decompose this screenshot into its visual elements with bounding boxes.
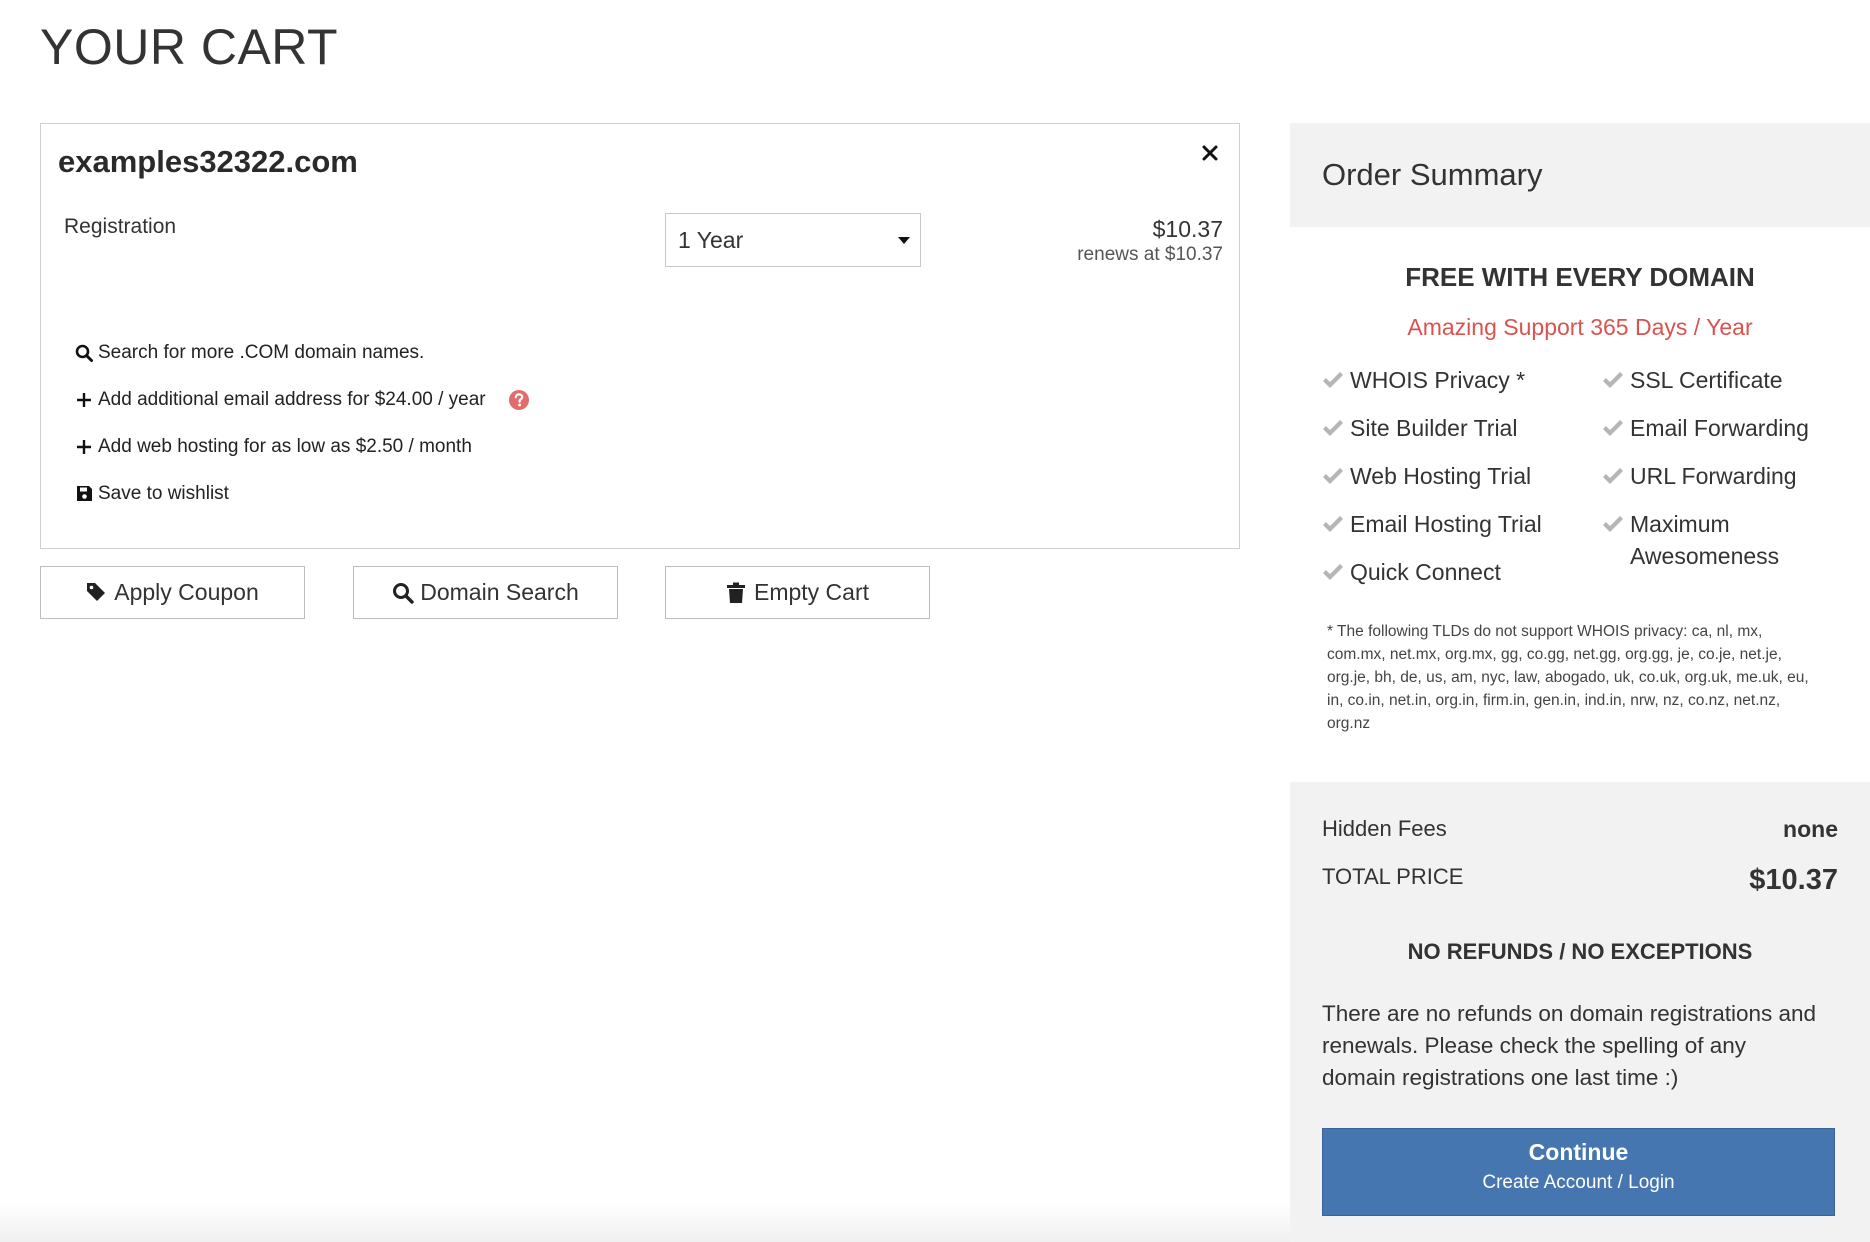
- trash-icon: [726, 582, 748, 604]
- support-line: Amazing Support 365 Days / Year: [1407, 314, 1753, 340]
- continue-label: Continue: [1528, 1139, 1629, 1165]
- total-price-value: $10.37: [1749, 864, 1838, 896]
- save-icon: [74, 484, 94, 504]
- no-refunds-heading: NO REFUNDS / NO EXCEPTIONS: [1407, 939, 1753, 964]
- feature-label: WHOIS Privacy *: [1350, 367, 1526, 393]
- feature-label: Maximum Awesomeness: [1630, 511, 1780, 569]
- chevron-down-icon: [898, 237, 910, 244]
- page-bottom-fade: [0, 1202, 1290, 1242]
- term-select-value: 1 Year: [678, 227, 744, 253]
- continue-button[interactable]: Continue Create Account / Login: [1322, 1128, 1835, 1216]
- order-summary-title: Order Summary: [1322, 157, 1543, 192]
- action-label: Add additional email address for $24.00 …: [98, 389, 486, 410]
- plus-icon: [74, 437, 94, 457]
- feature-item: Maximum Awesomeness: [1603, 508, 1830, 572]
- check-icon: [1603, 468, 1623, 484]
- check-icon: [1603, 420, 1623, 436]
- feature-label: SSL Certificate: [1630, 367, 1783, 393]
- check-icon: [1323, 564, 1343, 580]
- feature-label: Email Hosting Trial: [1350, 511, 1542, 537]
- product-label: Registration: [64, 215, 177, 238]
- feature-label: Web Hosting Trial: [1350, 463, 1532, 489]
- price-block: $10.37 renews at $10.37: [1077, 215, 1223, 267]
- feature-item: WHOIS Privacy *: [1323, 364, 1526, 396]
- page-title: YOUR CART: [40, 19, 339, 75]
- feature-item: Site Builder Trial: [1323, 412, 1518, 444]
- totals-panel: Hidden Fees none TOTAL PRICE $10.37 NO R…: [1290, 782, 1870, 1242]
- apply-coupon-label: Apply Coupon: [114, 579, 259, 605]
- total-price-label: TOTAL PRICE: [1322, 864, 1464, 889]
- cart-item-actions: Search for more .COM domain names. Add a…: [74, 329, 530, 517]
- feature-item: Web Hosting Trial: [1323, 460, 1532, 492]
- cart-item-card: examples32322.com Registration 1 Year $1…: [40, 123, 1240, 549]
- save-to-wishlist-link[interactable]: Save to wishlist: [74, 470, 530, 517]
- close-icon[interactable]: [1199, 142, 1221, 164]
- cart-domain-name: examples32322.com: [58, 144, 358, 179]
- feature-item: SSL Certificate: [1603, 364, 1783, 396]
- feature-item: Quick Connect: [1323, 556, 1501, 588]
- action-label: Search for more .COM domain names.: [98, 342, 425, 363]
- check-icon: [1323, 468, 1343, 484]
- whois-tld-note: * The following TLDs do not support WHOI…: [1327, 623, 1809, 732]
- plus-icon: [74, 390, 94, 410]
- check-icon: [1603, 372, 1623, 388]
- search-icon: [392, 582, 414, 604]
- term-select[interactable]: 1 Year: [665, 213, 921, 267]
- refund-policy-text: There are no refunds on domain registrat…: [1322, 1001, 1817, 1090]
- item-price: $10.37: [1152, 216, 1223, 242]
- search-more-link[interactable]: Search for more .COM domain names.: [74, 329, 530, 376]
- feature-label: URL Forwarding: [1630, 463, 1797, 489]
- feature-item: URL Forwarding: [1603, 460, 1797, 492]
- hidden-fees-label: Hidden Fees: [1322, 816, 1447, 841]
- feature-item: Email Forwarding: [1603, 412, 1809, 444]
- feature-item: Email Hosting Trial: [1323, 508, 1542, 540]
- question-circle-icon[interactable]: [508, 389, 530, 411]
- feature-label: Quick Connect: [1350, 559, 1501, 585]
- hidden-fees-value: none: [1783, 816, 1838, 842]
- apply-coupon-button[interactable]: Apply Coupon: [40, 566, 305, 619]
- add-email-link[interactable]: Add additional email address for $24.00 …: [74, 376, 530, 423]
- feature-label: Email Forwarding: [1630, 415, 1809, 441]
- continue-sublabel: Create Account / Login: [1482, 1172, 1675, 1193]
- search-icon: [74, 343, 94, 363]
- add-hosting-link[interactable]: Add web hosting for as low as $2.50 / mo…: [74, 423, 530, 470]
- domain-search-label: Domain Search: [420, 579, 579, 605]
- empty-cart-label: Empty Cart: [753, 579, 870, 605]
- check-icon: [1323, 420, 1343, 436]
- action-label: Save to wishlist: [98, 483, 229, 504]
- order-summary-header: Order Summary: [1290, 123, 1870, 227]
- check-icon: [1603, 516, 1623, 532]
- check-icon: [1323, 372, 1343, 388]
- free-with-domain-heading: FREE WITH EVERY DOMAIN: [1405, 262, 1755, 292]
- renewal-price: renews at $10.37: [1077, 244, 1223, 265]
- action-label: Add web hosting for as low as $2.50 / mo…: [98, 436, 472, 457]
- check-icon: [1323, 516, 1343, 532]
- feature-label: Site Builder Trial: [1350, 415, 1518, 441]
- tag-icon: [86, 582, 108, 604]
- domain-search-button[interactable]: Domain Search: [353, 566, 618, 619]
- empty-cart-button[interactable]: Empty Cart: [665, 566, 930, 619]
